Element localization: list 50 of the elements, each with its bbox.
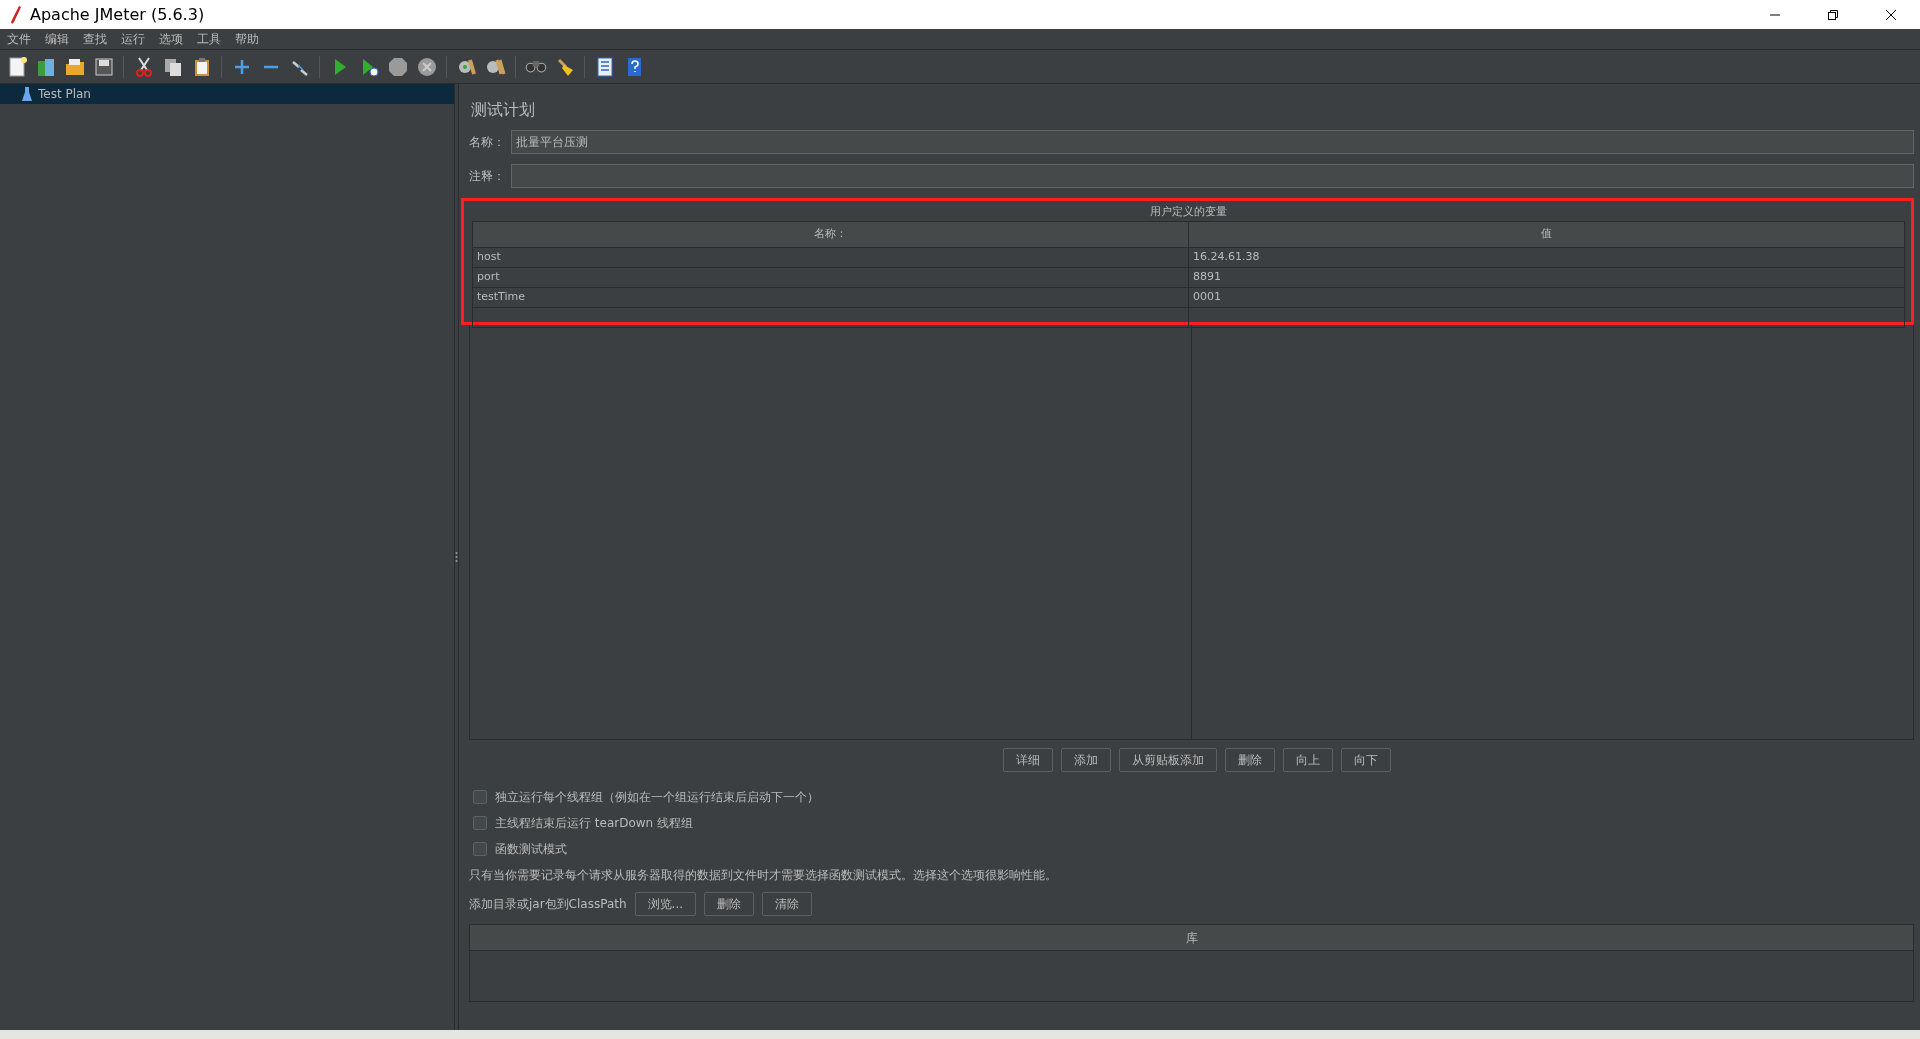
stop-sign-icon [386,55,409,78]
table-action-button[interactable]: 删除 [1224,748,1275,772]
tree-item[interactable]: Test Plan [0,84,454,104]
checkbox-label: 函数测试模式 [495,841,567,858]
window-title: Apache JMeter (5.6.3) [30,3,205,26]
table-cell: 16.24.61.38 [1188,247,1905,268]
column-header: 值 [1188,221,1905,248]
table-cell: testTime [472,287,1189,308]
field-label: 注释： [469,168,505,185]
menu-item[interactable]: 选项 [152,29,190,49]
table-cell: 0001 [1188,287,1905,308]
classpath-button[interactable]: 清除 [762,892,812,916]
table-cell: host [472,247,1189,268]
table-action-button[interactable]: 详细 [1002,748,1053,772]
checkbox[interactable] [473,790,487,804]
classpath-button[interactable]: 删除 [704,892,754,916]
close-icon [1885,8,1897,21]
menu-item[interactable]: 编辑 [38,29,76,49]
section-title: 用户定义的变量 [1150,205,1227,218]
minus-icon [262,64,279,69]
splitter-handle-icon[interactable] [455,551,458,563]
classpath-button[interactable]: 浏览... [634,892,696,916]
checkbox[interactable] [473,816,487,830]
checkbox-label: 主线程结束后运行 tearDown 线程组 [495,815,693,832]
checkbox-label: 独立运行每个线程组（例如在一个组运行结束后启动下一个） [495,789,819,806]
name-field[interactable]: 批量平台压测 [511,130,1914,154]
comment-field[interactable] [511,164,1914,188]
menu-item[interactable]: 工具 [190,29,228,49]
classpath-label: 添加目录或jar包到ClassPath [469,896,627,913]
binoculars-icon [524,60,547,73]
menu-item[interactable]: 查找 [76,29,114,49]
table-cell: 8891 [1188,267,1905,288]
field-label: 名称： [469,134,505,151]
app-logo-icon [8,4,22,25]
panel-title: 测试计划 [471,99,536,121]
table-action-button[interactable]: 向下 [1340,748,1391,772]
restore-icon [1827,8,1839,21]
menu-item[interactable]: 帮助 [228,29,266,49]
menu-item[interactable]: 文件 [0,29,38,49]
menu-item[interactable]: 运行 [114,29,152,49]
column-header: 名称： [472,221,1189,248]
table-action-button[interactable]: 向上 [1282,748,1333,772]
help-note: 只有当你需要记录每个请求从服务器取得的数据到文件时才需要选择函数测试模式。选择这个选项很影响性能。 [469,867,1058,884]
column-header: 库 [1185,931,1198,945]
checkbox[interactable] [473,842,487,856]
table-cell: port [472,267,1189,288]
table-action-button[interactable]: 添加 [1060,748,1111,772]
shutdown-icon [415,55,438,78]
table-action-button[interactable]: 从剪贴板添加 [1118,748,1217,772]
flask-icon [22,87,32,101]
